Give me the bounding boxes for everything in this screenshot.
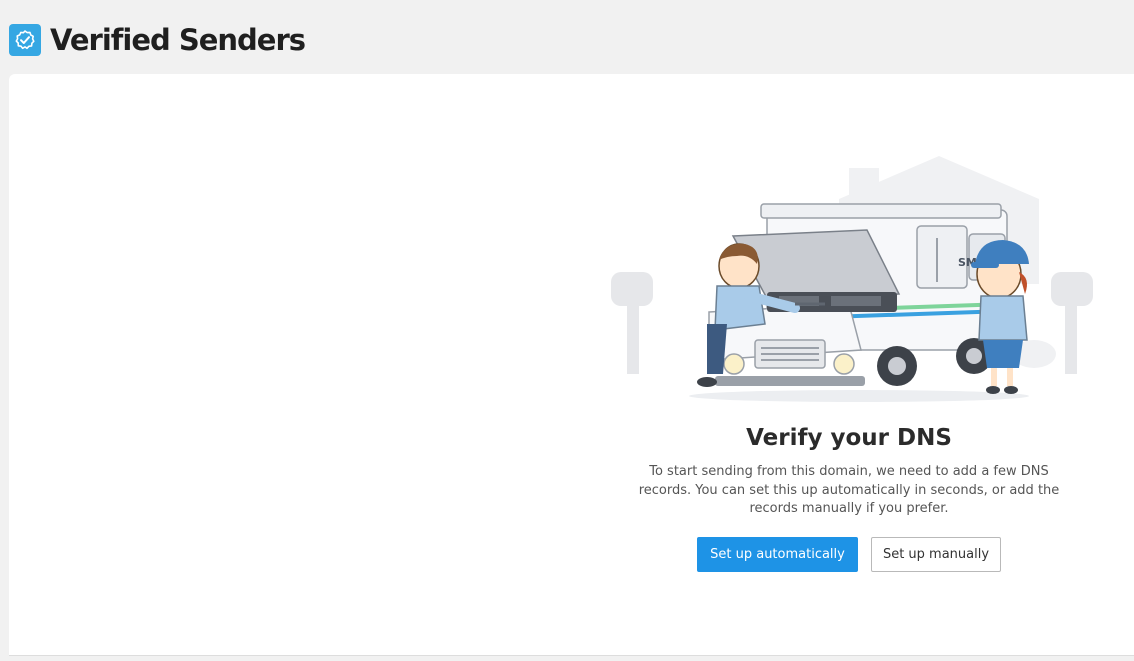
set-up-automatically-button[interactable]: Set up automatically (697, 537, 858, 572)
set-up-manually-button[interactable]: Set up manually (871, 537, 1001, 572)
verified-badge-icon (9, 24, 41, 56)
content-card: SMTP (9, 74, 1134, 656)
mechanics-fixing-smtp-van-illustration: SMTP (611, 156, 1093, 402)
empty-state-title: Verify your DNS (746, 425, 952, 451)
empty-state-description: To start sending from this domain, we ne… (638, 464, 1060, 516)
page-title: Verified Senders (50, 23, 306, 57)
page-header: Verified Senders (9, 22, 306, 58)
